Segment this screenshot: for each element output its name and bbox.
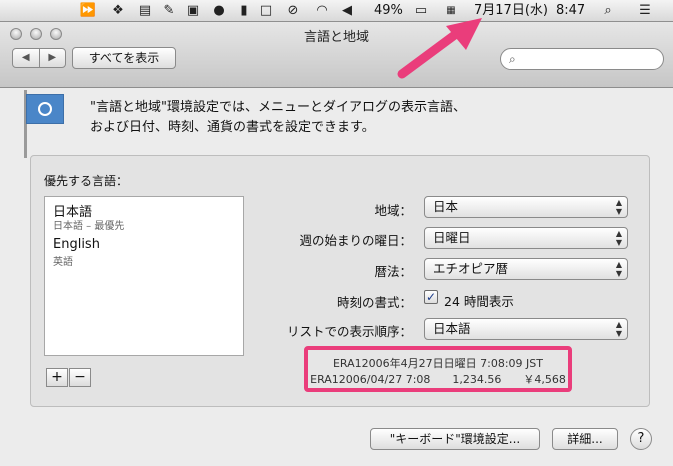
search-icon: ⌕ xyxy=(509,52,516,66)
calendar-select[interactable]: エチオピア暦 ▲ ▼ xyxy=(424,258,628,280)
remove-language-button[interactable]: − xyxy=(69,368,91,387)
media-icon[interactable]: ● xyxy=(210,3,228,19)
help-button[interactable]: ? xyxy=(630,428,652,450)
wifi-icon[interactable]: ◠ xyxy=(312,3,332,19)
week-start-label: 週の始まりの曜日： xyxy=(299,233,412,248)
bookmark-icon[interactable]: ▮ xyxy=(236,3,252,19)
format-preview: ERA12006年4月27日日曜日 7:08:09 JST ERA12006/0… xyxy=(304,346,572,392)
list-item-name[interactable]: English xyxy=(53,237,100,252)
back-forward-control: ◀ ▶ xyxy=(12,48,66,68)
forward-button[interactable]: ▶ xyxy=(40,49,66,67)
updown-arrow-icon: ▲ ▼ xyxy=(615,260,622,278)
contacts-icon[interactable]: ▣ xyxy=(184,3,202,19)
keyboard-preferences-button[interactable]: "キーボード"環境設定... xyxy=(370,428,540,450)
list-item-sub: 英語 xyxy=(53,257,73,268)
intro-line-1: "言語と地域"環境設定では、メニューとダイアログの表示言語、 xyxy=(90,100,466,115)
printer-icon[interactable]: ▤ xyxy=(136,3,154,19)
preview-date-short: ERA12006/04/27 7:08 1,234.56 ￥4,568 xyxy=(310,373,566,386)
square-icon[interactable]: □ xyxy=(258,3,274,19)
list-item-sub: 日本語 – 最優先 xyxy=(53,221,125,232)
volume-icon[interactable]: ◀ xyxy=(340,3,354,19)
calendar-value: エチオピア暦 xyxy=(433,261,509,276)
language-list[interactable]: 日本語 日本語 – 最優先 English 英語 xyxy=(44,196,244,356)
flag-icon[interactable]: ▦ xyxy=(442,3,460,19)
menu-time[interactable]: 8:47 xyxy=(556,3,585,19)
time-format-label: 時刻の書式： xyxy=(336,295,412,310)
menu-date[interactable]: 7月17日(水) xyxy=(474,3,548,19)
list-order-select[interactable]: 日本語 ▲ ▼ xyxy=(424,318,628,340)
window-title: 言語と地域 xyxy=(303,30,369,45)
notification-center-icon[interactable]: ☰ xyxy=(636,3,654,19)
region-value: 日本 xyxy=(433,199,459,214)
advanced-button[interactable]: 詳細... xyxy=(552,428,618,450)
menu-bar: ⏩ ❖ ▤ ✎ ▣ ● ▮ □ ⊘ ◠ ◀ 49% ▭ ▦ 7月17日(水) 8… xyxy=(0,0,673,22)
add-language-button[interactable]: + xyxy=(46,368,68,387)
calendar-label: 暦法： xyxy=(374,264,412,279)
alert-icon[interactable]: ⊘ xyxy=(284,3,302,19)
region-select[interactable]: 日本 ▲ ▼ xyxy=(424,196,628,218)
search-input[interactable]: ⌕ xyxy=(500,48,664,70)
note-icon[interactable]: ✎ xyxy=(160,3,178,19)
week-start-select[interactable]: 日曜日 ▲ ▼ xyxy=(424,227,628,249)
region-label: 地域： xyxy=(374,203,412,218)
list-order-label: リストでの表示順序： xyxy=(286,324,412,339)
24-hour-label[interactable]: 24 時間表示 xyxy=(444,291,514,310)
updown-arrow-icon: ▲ ▼ xyxy=(615,320,622,338)
intro-text: "言語と地域"環境設定では、メニューとダイアログの表示言語、 および日付、時刻、… xyxy=(90,98,466,138)
back-button[interactable]: ◀ xyxy=(13,49,40,67)
battery-icon[interactable]: ▭ xyxy=(410,3,432,19)
spotlight-icon[interactable]: ⌕ xyxy=(600,3,616,19)
preferences-window: 言語と地域 ◀ ▶ すべてを表示 ⌕ "言語と地域"環境設定では、メニューとダイ… xyxy=(0,22,673,466)
intro-line-2: および日付、時刻、通貨の書式を設定できます。 xyxy=(90,120,375,135)
languages-heading: 優先する言語： xyxy=(44,174,129,188)
week-start-value: 日曜日 xyxy=(433,230,471,245)
show-all-button[interactable]: すべてを表示 xyxy=(72,47,176,69)
24-hour-checkbox[interactable]: ✓ xyxy=(424,290,438,304)
updown-arrow-icon: ▲ ▼ xyxy=(615,198,622,216)
window-titlebar: 言語と地域 ◀ ▶ すべてを表示 ⌕ xyxy=(0,22,673,88)
list-order-value: 日本語 xyxy=(433,321,471,336)
battery-percent[interactable]: 49% xyxy=(374,3,403,19)
dropbox-icon[interactable]: ❖ xyxy=(108,3,128,19)
fast-forward-icon[interactable]: ⏩ xyxy=(78,3,98,19)
un-flag-icon xyxy=(26,94,64,124)
preview-date-long: ERA12006年4月27日日曜日 7:08:09 JST xyxy=(332,357,543,370)
updown-arrow-icon: ▲ ▼ xyxy=(615,229,622,247)
